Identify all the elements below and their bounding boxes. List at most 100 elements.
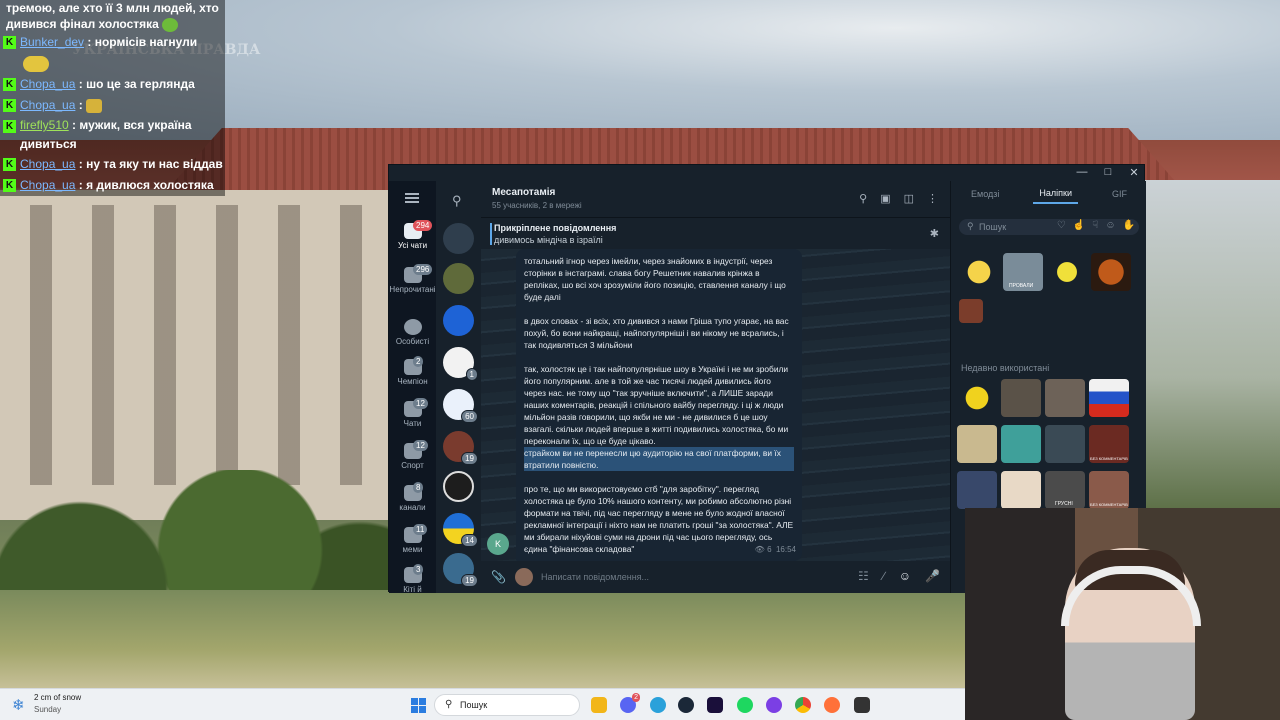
snowflake-icon[interactable]: ❄ [12,696,25,714]
chat-avatar[interactable]: 1 [443,347,478,381]
steam-icon[interactable] [678,697,694,713]
close-icon[interactable]: ✕ [1128,166,1140,179]
sticker-item[interactable] [1001,379,1041,417]
search-icon[interactable]: ⚲ [859,192,867,205]
emoji-icon[interactable]: ☺ [899,569,911,583]
tab-gif[interactable]: GIF [1106,185,1133,203]
file-explorer-icon[interactable] [591,697,607,713]
sticker-search-input[interactable] [979,221,1049,233]
sticker-item[interactable]: БЕЗ КОММЕНТАРІВ [1089,425,1129,463]
minimize-icon[interactable]: — [1076,166,1088,179]
spotify-icon[interactable] [737,697,753,713]
chat-username[interactable]: Chopa_ua [20,98,75,112]
attach-icon[interactable]: 📎 [491,570,506,584]
recent-stickers-label: Недавно використані [961,363,1050,373]
pinned-message[interactable]: Прикріплене повідомлення дивимось міндіч… [481,217,950,249]
sticker-item[interactable] [1045,425,1085,463]
sticker-item[interactable]: ПРОВАЛИ [1003,253,1043,291]
chat-avatar[interactable] [443,263,474,294]
folder-champion[interactable]: 2 Чемпіон [389,356,436,386]
thumbs-up-icon[interactable]: ☝ [1073,220,1085,231]
sticker-item[interactable]: ГРУСНІ [1045,471,1085,509]
folder-chats[interactable]: 12 Чати [389,398,436,428]
search-icon[interactable]: ⚲ [452,193,462,209]
start-button[interactable] [411,698,426,713]
sticker-item[interactable] [1001,425,1041,463]
chat-username[interactable]: Chopa_ua [20,77,75,91]
live-stream-icon[interactable]: ▣ [880,192,890,205]
chat-username[interactable]: Chopa_ua [20,157,75,171]
obsidian-icon[interactable] [766,697,782,713]
firefox-icon[interactable] [824,697,840,713]
sticker-item[interactable] [1091,253,1131,291]
chat-avatar[interactable]: 19 [443,431,478,465]
chat-username[interactable]: Chopa_ua [20,178,75,192]
message-bubble[interactable]: тотальний ігнор через імейли, через знай… [516,249,802,561]
sticker-search[interactable]: ⚲ ♡ ☝ ☟ ☺ ✋ [959,219,1139,235]
heart-icon[interactable]: ♡ [1057,220,1066,231]
window-titlebar[interactable]: — □ ✕ [389,165,1146,181]
chat-avatar[interactable]: 14 [443,513,478,547]
chat-avatar[interactable]: 60 [443,389,478,423]
folder-memes[interactable]: 11 меми [389,524,436,554]
weather-day[interactable]: Sunday [34,705,61,714]
telegram-icon[interactable] [650,697,666,713]
commands-icon[interactable]: ∕ [883,569,885,583]
sticker-item[interactable] [1047,253,1087,291]
folder-sport[interactable]: 12 Спорт [389,440,436,470]
sticker-item[interactable]: БЕЗ КОММЕНТАРІВ [1089,471,1129,509]
send-as-avatar[interactable] [515,568,533,586]
chat-top-line: тремою, але хто її 3 млн людей, хто диви… [6,1,219,32]
sticker-item[interactable] [959,299,983,323]
folder-label: Кіті й [403,585,422,594]
sticker-item[interactable] [957,471,997,509]
hand-icon[interactable]: ✋ [1123,220,1135,231]
thumbs-down-icon[interactable]: ☟ [1092,220,1098,231]
message-paragraph: про те, що ми використовуємо стб "для за… [524,484,794,554]
message-input[interactable] [541,569,821,585]
kick-badge-icon: K [3,78,16,91]
folder-personal[interactable]: Особисті [389,319,436,346]
folder-unread[interactable]: 296 Непрочитані [389,264,436,294]
smile-icon[interactable]: ☺ [1105,220,1115,231]
chat-avatar[interactable] [443,471,474,502]
menu-icon[interactable] [405,193,419,203]
sticker-item[interactable] [1045,379,1085,417]
sticker-item[interactable] [1001,471,1041,509]
sticker-item[interactable] [959,253,999,291]
premiere-icon[interactable] [707,697,723,713]
schedule-icon[interactable]: ☷ [858,569,869,583]
weather-text[interactable]: 2 cm of snow [34,693,81,702]
sender-avatar[interactable]: K [487,533,509,555]
chat-username[interactable]: Bunker_dev [20,35,84,49]
folder-cats[interactable]: 3 Кіті й [389,564,436,594]
taskbar-search[interactable]: ⚲ Пошук [434,694,580,716]
pin-list-icon[interactable]: ✱ [930,227,939,240]
chrome-icon[interactable] [795,697,811,713]
more-options-icon[interactable]: ⋮ [927,192,938,205]
kick-badge-icon: K [3,158,16,171]
windows-taskbar: ❄ 2 cm of snow Sunday ⚲ Пошук 2 [0,688,965,720]
folder-badge: 2 [413,356,424,367]
maximize-icon[interactable]: □ [1102,166,1114,179]
conversation-subtitle: 55 учасників, 2 в мережі [492,201,582,210]
sticker-item[interactable] [1089,379,1129,417]
app-icon[interactable] [854,697,870,713]
chat-avatar[interactable] [443,305,474,336]
sticker-item[interactable] [957,379,997,417]
conversation-header[interactable]: Месапотамія 55 учасників, 2 в мережі ⚲ ▣… [481,181,950,217]
folder-all-chats[interactable]: 294 Усі чати [389,220,436,250]
chat-avatar[interactable]: 19 [443,553,478,587]
sidebar-toggle-icon[interactable]: ◫ [904,192,914,205]
tab-stickers[interactable]: Наліпки [1033,184,1078,204]
sticker-item[interactable] [957,425,997,463]
folder-label: канали [399,503,426,512]
chat-username[interactable]: firefly510 [20,118,69,132]
discord-icon[interactable]: 2 [620,693,640,713]
archive-icon[interactable] [443,223,474,254]
messages-area[interactable]: тотальний ігнор через імейли, через знай… [481,249,950,561]
tab-emoji[interactable]: Емодзі [965,185,1005,203]
folder-label: меми [402,545,423,554]
folder-channels[interactable]: 8 канали [389,482,436,512]
microphone-icon[interactable]: 🎤 [925,569,940,583]
